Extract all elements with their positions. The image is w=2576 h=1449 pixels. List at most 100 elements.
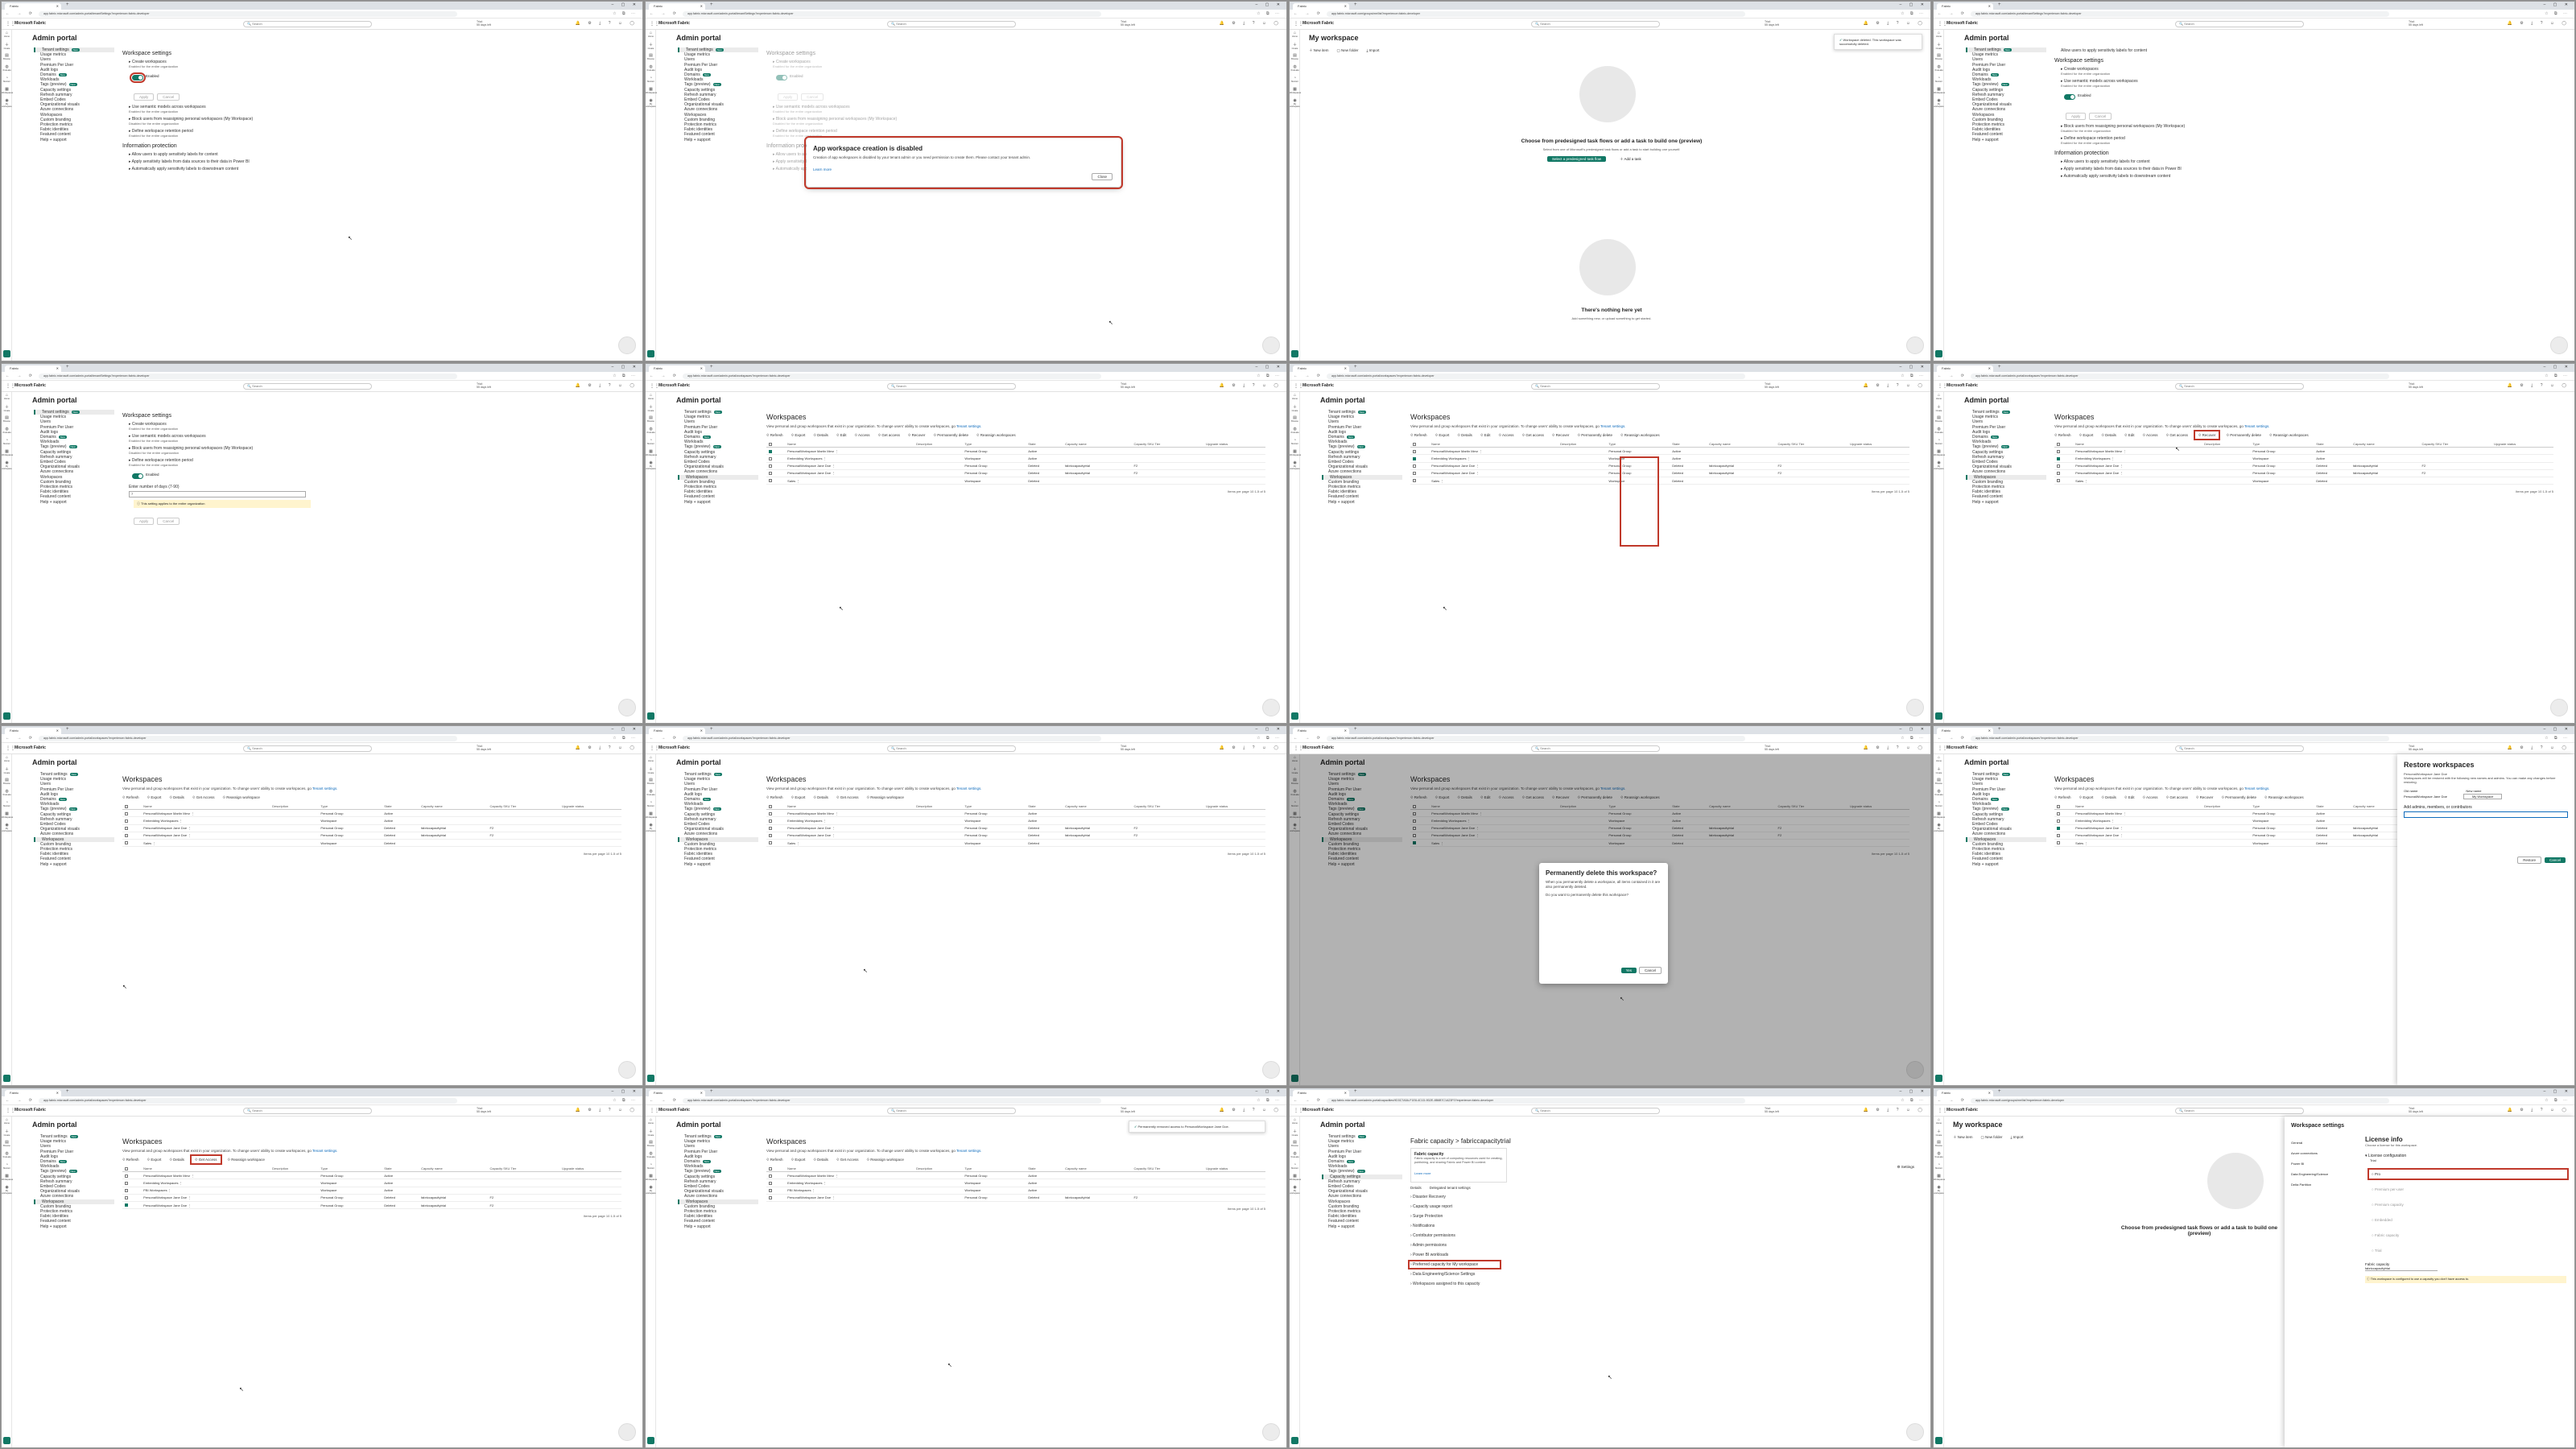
column-header[interactable]: State: [382, 1165, 419, 1173]
row-select[interactable]: [766, 1171, 786, 1180]
topbar-icons[interactable]: 🔔 ⚙ ⤓ ? ☺ ◯: [576, 1108, 638, 1113]
browser-actions-icon[interactable]: ☆ ⧉ ⋯: [1901, 374, 1926, 378]
rail-item-browse[interactable]: ▤ Browse: [646, 1139, 656, 1150]
rail-item-monitor[interactable]: ◔ Monitor: [2, 1162, 12, 1173]
checkbox[interactable]: [769, 841, 772, 845]
cell-name[interactable]: PersonalWorkspace Jane Doe ⋮: [141, 1201, 270, 1210]
new-tab-icon[interactable]: +: [1998, 365, 2001, 369]
close-icon[interactable]: ✕: [1988, 1090, 1991, 1096]
apply-button[interactable]: Apply: [134, 93, 155, 101]
nav-arrows-icon[interactable]: ← → ⟳: [650, 374, 679, 378]
rail-item-create[interactable]: ＋ Create: [1290, 403, 1300, 415]
row-select[interactable]: [766, 839, 786, 848]
column-header[interactable]: Type: [962, 440, 1026, 448]
nav-arrows-icon[interactable]: ← → ⟳: [650, 736, 679, 741]
rail-item-my-workspace[interactable]: ◉ My workspace: [646, 97, 656, 109]
table-row[interactable]: PersonalWorkspace Jane Doe ⋮ Personal Gro…: [1410, 462, 1909, 470]
rail-item-workspaces[interactable]: ▦ Workspaces: [646, 86, 657, 97]
rail-item-my-workspace[interactable]: ◉ My workspace: [2, 97, 12, 109]
table-row[interactable]: PersonalWorkspace Martin Merz ⋮ Personal …: [122, 809, 621, 818]
toolbar-refresh[interactable]: ⟐ Refresh: [122, 1158, 139, 1162]
table-row[interactable]: PersonalWorkspace Jane Doe ⋮ Personal Gro…: [122, 832, 621, 840]
close-icon[interactable]: ✕: [1344, 1090, 1347, 1096]
row-select[interactable]: [2054, 462, 2074, 470]
browser-actions-icon[interactable]: ☆ ⧉ ⋯: [613, 736, 638, 741]
checkbox[interactable]: [2057, 811, 2060, 815]
table-row[interactable]: Embedding Workspaces ⋮ Workspace Active: [122, 1179, 621, 1187]
rail-item-workspaces[interactable]: ▦ Workspaces: [2, 1173, 13, 1184]
rail-item-onelake[interactable]: ◍ OneLake: [2, 1150, 12, 1162]
capacity-value[interactable]: fabriccapacitytrial: [2365, 1266, 2438, 1271]
cell-name[interactable]: PersonalWorkspace Jane Doe ⋮: [785, 1194, 914, 1202]
browser-actions-icon[interactable]: ☆ ⧉ ⋯: [2545, 11, 2570, 16]
settings-button[interactable]: ⚙ Settings: [1897, 1165, 1914, 1170]
column-header[interactable]: Description: [1558, 440, 1607, 448]
window-controls[interactable]: – ▢ ✕: [612, 2, 639, 7]
rail-item-create[interactable]: ＋ Create: [1290, 1128, 1300, 1139]
nav-arrows-icon[interactable]: ← → ⟳: [1938, 11, 1967, 16]
column-header[interactable]: Description: [270, 1165, 319, 1173]
url-field[interactable]: app.fabric.microsoft.com/admin-portal/wo…: [1327, 374, 1745, 379]
close-icon[interactable]: ✕: [700, 728, 703, 734]
topbar-icons[interactable]: 🔔 ⚙ ⤓ ? ☺ ◯: [1220, 745, 1282, 750]
column-header[interactable]: Type: [318, 1165, 382, 1173]
close-icon[interactable]: ✕: [1344, 3, 1347, 10]
rail-item-my-workspace[interactable]: ◉ My workspace: [1934, 1184, 1944, 1195]
select-all[interactable]: [122, 803, 142, 811]
search-input[interactable]: 🔍 Search: [2175, 383, 2304, 390]
topbar-icons[interactable]: 🔔 ⚙ ⤓ ? ☺ ◯: [2508, 745, 2570, 750]
search-input[interactable]: 🔍 Search: [243, 383, 372, 390]
rail-item-create[interactable]: ＋ Create: [1934, 403, 1944, 415]
row-select[interactable]: [122, 1179, 142, 1187]
row-select[interactable]: [766, 809, 786, 818]
setting-item[interactable]: ▸ Define workspace retention period Enabl…: [2061, 136, 2566, 146]
settings-nav-item[interactable]: General: [2291, 1141, 2355, 1145]
rail-item-monitor[interactable]: ◔ Monitor: [2, 437, 12, 448]
capacity-section[interactable]: › Capacity usage report: [1410, 1204, 1922, 1209]
fabric-logo-icon[interactable]: [3, 350, 10, 357]
checkbox[interactable]: [769, 456, 772, 460]
rail-item-create[interactable]: ＋ Create: [646, 766, 656, 777]
table-row[interactable]: PersonalWorkspace Martin Merz ⋮ Personal …: [766, 447, 1265, 456]
new-tab-icon[interactable]: +: [710, 2, 713, 7]
checkbox[interactable]: [125, 1181, 128, 1185]
cell-name[interactable]: PersonalWorkspace Martin Merz ⋮: [785, 1171, 914, 1180]
license-option[interactable]: ○ Embedded: [2370, 1216, 2566, 1224]
row-select[interactable]: [2054, 447, 2074, 456]
setting-item[interactable]: ▸ Apply sensitivity labels from data sou…: [2061, 167, 2566, 171]
cell-name[interactable]: Embedding Workspaces ⋮: [1429, 454, 1558, 463]
cancel-button[interactable]: Cancel: [2544, 857, 2566, 863]
window-controls[interactable]: – ▢ ✕: [1900, 2, 1927, 7]
toolbar-export[interactable]: ⟐ Export: [1435, 433, 1450, 437]
toolbar-export[interactable]: ⟐ Export: [2079, 433, 2094, 437]
column-header[interactable]: State: [2314, 803, 2351, 811]
rail-item-onelake[interactable]: ◍ OneLake: [2, 64, 12, 75]
search-input[interactable]: 🔍 Search: [2175, 745, 2304, 752]
fabric-logo-icon[interactable]: [1935, 1437, 1942, 1444]
row-select[interactable]: [122, 839, 142, 848]
rail-item-onelake[interactable]: ◍ OneLake: [646, 1150, 656, 1162]
checkbox[interactable]: [125, 804, 128, 808]
checkbox[interactable]: [769, 479, 772, 483]
browser-tab[interactable]: Fabric ✕: [5, 365, 61, 372]
rail-item-workspaces[interactable]: ▦ Workspaces: [2, 86, 13, 97]
column-header[interactable]: Upgrade status: [1847, 440, 1909, 448]
url-field[interactable]: app.fabric.microsoft.com/groups/me/list?…: [1971, 1098, 2389, 1104]
url-field[interactable]: app.fabric.microsoft.com/admin-portal/te…: [39, 11, 457, 17]
cell-name[interactable]: PBI Workspaces ⋮: [785, 1187, 914, 1195]
cell-name[interactable]: Embedding Workspaces ⋮: [785, 1179, 914, 1187]
toolbar-reassign-workspaces[interactable]: ⟐ Reassign workspaces: [976, 433, 1016, 437]
browser-tab[interactable]: Fabric ✕: [1937, 1090, 1993, 1096]
window-controls[interactable]: – ▢ ✕: [612, 365, 639, 369]
table-row[interactable]: PersonalWorkspace Martin Merz ⋮ Personal …: [766, 809, 1265, 818]
browser-actions-icon[interactable]: ☆ ⧉ ⋯: [613, 11, 638, 16]
admin-nav-item[interactable]: Help + support: [1966, 862, 2046, 867]
rail-item-browse[interactable]: ▤ Browse: [1290, 1139, 1300, 1150]
rail-item-home[interactable]: ⌂ Home: [1934, 30, 1944, 41]
close-button[interactable]: Close: [1092, 173, 1113, 180]
rail-item-home[interactable]: ⌂ Home: [1290, 392, 1300, 403]
browser-actions-icon[interactable]: ☆ ⧉ ⋯: [1257, 11, 1282, 16]
add-task-button[interactable]: ＋ Add a task: [1620, 157, 1641, 162]
cell-name[interactable]: PersonalWorkspace Jane Doe ⋮: [141, 1194, 270, 1202]
search-input[interactable]: 🔍 Search: [1531, 21, 1660, 27]
